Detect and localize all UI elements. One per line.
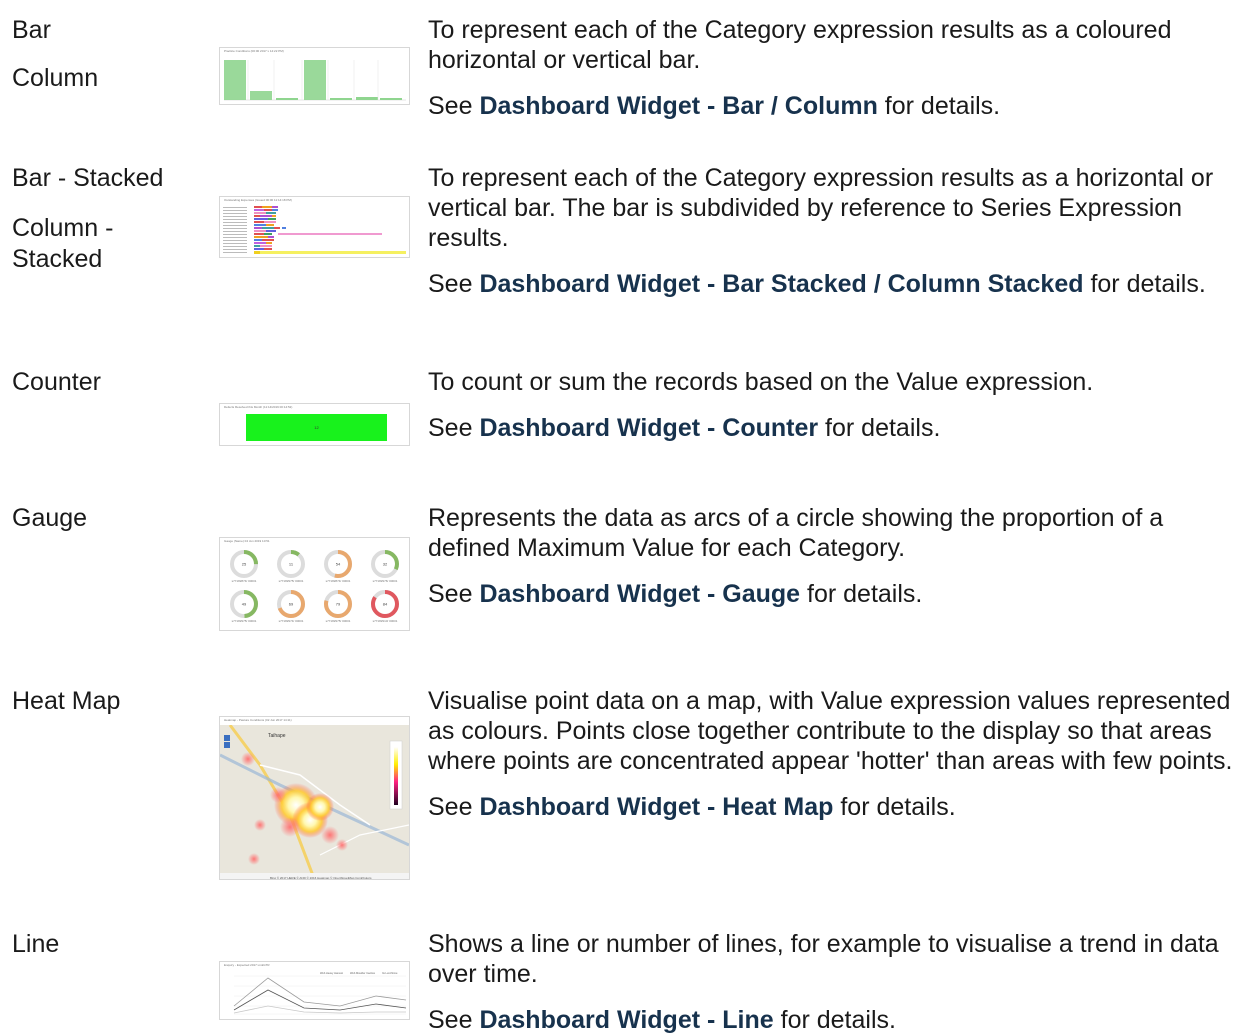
- see-also-line: See Dashboard Widget - Heat Map for deta…: [428, 792, 1236, 822]
- widget-name-gauge: Gauge: [12, 504, 88, 532]
- widget-name-heat-map: Heat Map: [12, 687, 121, 715]
- thumbnail-title: Defects Resolved this Month (11:14/2019 …: [224, 405, 293, 409]
- see-also-line: See Dashboard Widget - Line for details.: [428, 1005, 1236, 1035]
- thumbnail-title: Heatmap - Pasture Conditions (02 Jun 201…: [224, 718, 292, 722]
- gauge-value: 79: [336, 602, 341, 607]
- widget-name-counter: Counter: [12, 368, 101, 396]
- gauge-item: 25 s77182874/ 00001: [230, 550, 258, 583]
- see-prefix: See: [428, 92, 480, 120]
- gauge-label: s77182975/ 00001: [326, 619, 351, 623]
- thumbnail-title: Gauge (Name) 04 Jun 2019 10:51: [224, 539, 270, 543]
- bar-stacked-thumbnail: Outstanding Expenses (Issued 00:00 11:14…: [219, 196, 410, 258]
- see-also-line: See Dashboard Widget - Bar / Column for …: [428, 91, 1236, 121]
- counter-description-block: To count or sum the records based on the…: [428, 367, 1236, 443]
- gauge-label: s77182874/ 00001: [326, 579, 351, 583]
- thumbnail-title: Practice Conditions (00:00 2017 x 14:22 …: [224, 49, 284, 53]
- gauge-label: s77182974/ 00001: [279, 619, 304, 623]
- widget-description: Represents the data as arcs of a circle …: [428, 504, 1164, 562]
- gauge-item: 32 s77182976/ 00001: [371, 550, 399, 583]
- widget-description: To represent each of the Category expres…: [428, 164, 1214, 252]
- bar-column-description-block: To represent each of the Category expres…: [428, 15, 1236, 121]
- line-legend-3: Its Lunchtime: [382, 971, 398, 975]
- see-suffix: for details.: [877, 92, 1001, 120]
- see-suffix: for details.: [800, 580, 923, 608]
- see-also-line: See Dashboard Widget - Gauge for details…: [428, 579, 1236, 609]
- gauge-value: 84: [383, 602, 388, 607]
- gauge-value: 69: [289, 602, 294, 607]
- gauge-value: 32: [383, 562, 388, 567]
- bar-column-thumbnail: Practice Conditions (00:00 2017 x 14:22 …: [219, 47, 410, 105]
- widget-description: To count or sum the records based on the…: [428, 368, 1094, 396]
- heat-map-link[interactable]: Dashboard Widget - Heat Map: [479, 793, 833, 821]
- line-legend-1: Web Heavy Harvest: [320, 971, 343, 975]
- gauge-label: s77182975/ 00001: [232, 619, 257, 623]
- widget-name-bar: Bar: [12, 16, 51, 44]
- gauge-label: s77182975/ 00001: [279, 579, 304, 583]
- see-prefix: See: [428, 270, 480, 298]
- gauge-label: s77182976/ 00001: [373, 579, 398, 583]
- gauge-value: 11: [289, 562, 294, 567]
- line-legend-2: Web Moulder Inactive: [350, 971, 376, 975]
- widget-name-bar-stacked: Bar - Stacked: [12, 164, 164, 192]
- map-attribution: Bing © 2017 HERE © AND © 2016 Heatmap © …: [270, 876, 372, 880]
- see-suffix: for details.: [818, 414, 941, 442]
- thumbnail-title: Outstanding Expenses (Issued 00:00 11:14…: [224, 198, 292, 202]
- gauge-item: 11 s77182975/ 00001: [277, 550, 305, 583]
- counter-thumbnail: Defects Resolved this Month (11:14/2019 …: [219, 403, 410, 446]
- see-prefix: See: [428, 793, 480, 821]
- gauge-item: 84 s77182910/ 00001: [371, 590, 399, 623]
- widget-description: To represent each of the Category expres…: [428, 16, 1172, 74]
- counter-link[interactable]: Dashboard Widget - Counter: [479, 414, 818, 442]
- see-prefix: See: [428, 414, 480, 442]
- gauge-item: 69 s77182974/ 00001: [277, 590, 305, 623]
- see-suffix: for details.: [1083, 270, 1206, 298]
- gauge-item: 79 s77182975/ 00001: [324, 590, 352, 623]
- gauge-label: s77182910/ 00001: [373, 619, 398, 623]
- map-place-label: Taihape: [268, 733, 286, 739]
- heat-map-description-block: Visualise point data on a map, with Valu…: [428, 686, 1236, 822]
- see-also-line: See Dashboard Widget - Counter for detai…: [428, 413, 1236, 443]
- bar-stacked-description-block: To represent each of the Category expres…: [428, 163, 1236, 299]
- see-also-line: See Dashboard Widget - Bar Stacked / Col…: [428, 269, 1236, 299]
- gauge-item: 54 s77182874/ 00001: [324, 550, 352, 583]
- widget-name-column: Column: [12, 64, 99, 92]
- line-description-block: Shows a line or number of lines, for exa…: [428, 929, 1236, 1035]
- gauge-link[interactable]: Dashboard Widget - Gauge: [479, 580, 800, 608]
- line-thumbnail: Enquiry - Expected 2017 LinkGTR Web Heav…: [219, 961, 410, 1020]
- counter-value-box: 12: [246, 414, 387, 441]
- gauge-label: s77182874/ 00001: [232, 579, 257, 583]
- see-prefix: See: [428, 580, 480, 608]
- counter-value: 12: [314, 425, 319, 430]
- heat-map-thumbnail: Heatmap - Pasture Conditions (02 Jun 201…: [219, 716, 410, 880]
- gauge-item: 49 s77182975/ 00001: [230, 590, 258, 623]
- see-prefix: See: [428, 1006, 480, 1034]
- widget-description: Shows a line or number of lines, for exa…: [428, 930, 1219, 988]
- widget-name-column-stacked: Column - Stacked: [12, 214, 114, 273]
- gauge-grid: 25 s77182874/ 00001 11 s77182975/ 00001 54 s7…: [230, 550, 399, 623]
- gauge-value: 49: [242, 602, 247, 607]
- line-link[interactable]: Dashboard Widget - Line: [479, 1006, 773, 1034]
- gauge-value: 54: [336, 562, 341, 567]
- bar-stacked-link[interactable]: Dashboard Widget - Bar Stacked / Column …: [479, 270, 1083, 298]
- gauge-thumbnail: Gauge (Name) 04 Jun 2019 10:51 25 s771828…: [219, 537, 410, 631]
- see-suffix: for details.: [773, 1006, 896, 1034]
- bar-column-link[interactable]: Dashboard Widget - Bar / Column: [479, 92, 877, 120]
- widget-name-line: Line: [12, 930, 60, 958]
- gauge-value: 25: [242, 562, 247, 567]
- gauge-description-block: Represents the data as arcs of a circle …: [428, 503, 1236, 609]
- widget-description: Visualise point data on a map, with Valu…: [428, 687, 1233, 775]
- see-suffix: for details.: [833, 793, 956, 821]
- thumbnail-title: Enquiry - Expected 2017 LinkGTR: [224, 963, 270, 967]
